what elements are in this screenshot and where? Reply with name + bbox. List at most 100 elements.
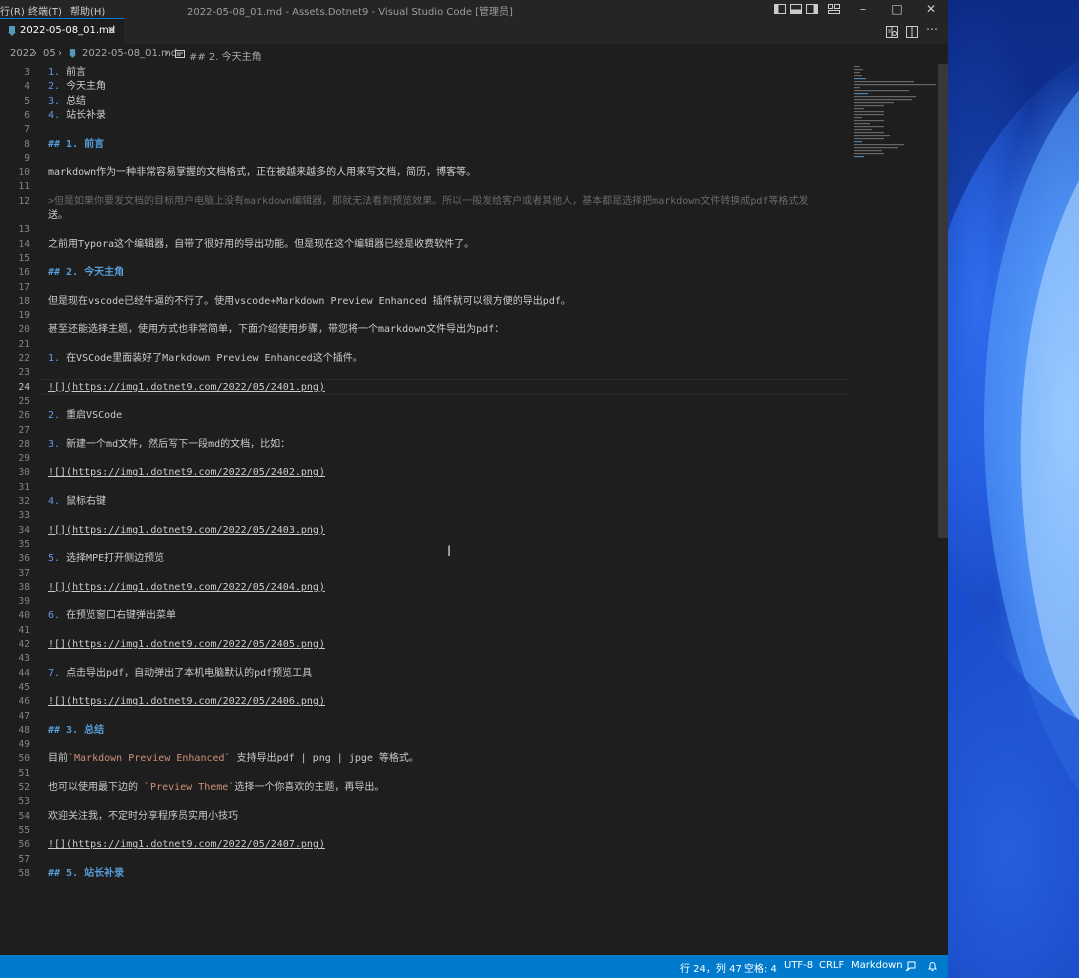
split-editor-icon[interactable]	[906, 26, 918, 38]
code-line[interactable]: 21	[0, 338, 850, 352]
customize-layout-icon[interactable]	[828, 3, 840, 15]
toggle-primary-sidebar-icon[interactable]	[774, 3, 786, 15]
code-line[interactable]: 10 markdown作为一种非常容易掌握的文档格式，正在被越来越多的人用来写文档…	[0, 166, 850, 180]
code-line[interactable]: 45	[0, 681, 850, 695]
code-line[interactable]: 3 1. 前言	[0, 66, 850, 80]
line-number: 23	[18, 367, 30, 379]
code-line[interactable]: 52 也可以使用最下边的 `Preview Theme`选择一个你喜欢的主题，再导…	[0, 781, 850, 795]
code-line[interactable]: 43	[0, 652, 850, 666]
code-line[interactable]: 44 7. 点击导出pdf，自动弹出了本机电脑默认的pdf预览工具	[0, 667, 850, 681]
code-line[interactable]: 17	[0, 281, 850, 295]
code-line[interactable]: 48 ## 3. 总结	[0, 724, 850, 738]
breadcrumb-folder-2022[interactable]: 2022	[10, 48, 35, 59]
status-cursor-position[interactable]: 行 24，列 47	[680, 960, 742, 975]
line-text: ![](https://img1.dotnet9.com/2022/05/240…	[48, 524, 325, 536]
code-line[interactable]: 25	[0, 395, 850, 409]
code-line[interactable]: 6 4. 站长补录	[0, 109, 850, 123]
code-line[interactable]: 14 之前用Typora这个编辑器，自带了很好用的导出功能。但是现在这个编辑器已经…	[0, 238, 850, 252]
status-language-mode[interactable]: Markdown	[851, 960, 903, 971]
editor-scrollbar[interactable]	[938, 64, 948, 955]
code-line[interactable]: 26 2. 重启VSCode	[0, 409, 850, 423]
line-text: 2. 重启VSCode	[48, 410, 123, 422]
code-line[interactable]: 28 3. 新建一个md文件，然后写下一段md的文档，比如：	[0, 438, 850, 452]
status-encoding[interactable]: UTF-8	[784, 960, 813, 971]
code-line[interactable]: 42 ![](https://img1.dotnet9.com/2022/05/2…	[0, 638, 850, 652]
code-line[interactable]: 39	[0, 595, 850, 609]
line-number: 57	[18, 853, 30, 865]
code-line[interactable]: 50 目前`Markdown Preview Enhanced` 支持导出pdf …	[0, 752, 850, 766]
code-line[interactable]: 34 ![](https://img1.dotnet9.com/2022/05/2…	[0, 524, 850, 538]
code-line[interactable]: 32 4. 鼠标右键	[0, 495, 850, 509]
code-line[interactable]: 54 欢迎关注我，不定时分享程序员实用小技巧	[0, 810, 850, 824]
code-line[interactable]: 40 6. 在预览窗口右键弹出菜单	[0, 609, 850, 623]
tab-close-icon[interactable]: ✕	[107, 24, 116, 37]
code-line[interactable]: 11	[0, 180, 850, 194]
breadcrumb-file[interactable]: 2022-05-08_01.md	[82, 48, 177, 59]
code-line[interactable]: 7	[0, 123, 850, 137]
line-text: markdown作为一种非常容易掌握的文档格式，正在被越来越多的人用来写文档，简…	[48, 167, 477, 179]
code-line[interactable]: 16 ## 2. 今天主角	[0, 266, 850, 280]
toggle-panel-icon[interactable]	[790, 3, 802, 15]
code-line[interactable]: 27	[0, 424, 850, 438]
line-number: 39	[18, 596, 30, 608]
line-text: 7. 点击导出pdf，自动弹出了本机电脑默认的pdf预览工具	[48, 667, 313, 679]
code-line[interactable]: 30 ![](https://img1.dotnet9.com/2022/05/2…	[0, 466, 850, 480]
breadcrumb-separator-icon: ›	[33, 48, 37, 59]
code-line[interactable]: 55	[0, 824, 850, 838]
code-line[interactable]: 4 2. 今天主角	[0, 80, 850, 94]
minimap[interactable]	[852, 64, 938, 164]
status-indentation[interactable]: 空格: 4	[744, 960, 777, 975]
code-line[interactable]: 13	[0, 223, 850, 237]
code-line[interactable]: 12 >但是如果你要发文档的目标用户电脑上没有markdown编辑器，那就无法看到…	[0, 195, 850, 209]
line-number: 47	[18, 710, 30, 722]
code-line[interactable]: 58 ## 5. 站长补录	[0, 867, 850, 881]
code-line[interactable]: 24 ![](https://img1.dotnet9.com/2022/05/2…	[0, 381, 850, 395]
open-preview-to-side-icon[interactable]	[886, 26, 898, 38]
editor-area[interactable]: 3 1. 前言 4 2. 今天主角 5 3. 总结 6 4. 站长补录 7 8 ## 1. 前言 9 1…	[0, 64, 948, 955]
code-line[interactable]: 5 3. 总结	[0, 95, 850, 109]
line-number: 26	[18, 410, 30, 422]
more-actions-icon[interactable]: ⋯	[926, 22, 938, 36]
code-line[interactable]: 46 ![](https://img1.dotnet9.com/2022/05/2…	[0, 695, 850, 709]
line-text: ![](https://img1.dotnet9.com/2022/05/240…	[48, 581, 325, 593]
close-window-button[interactable]: ✕	[914, 0, 948, 18]
code-line[interactable]: 15	[0, 252, 850, 266]
code-line[interactable]: 57	[0, 853, 850, 867]
code-line[interactable]: 49	[0, 738, 850, 752]
line-number: 25	[18, 395, 30, 407]
code-line[interactable]: 9	[0, 152, 850, 166]
breadcrumb-symbol[interactable]: ## 2. 今天主角	[189, 48, 262, 63]
code-line[interactable]: 38 ![](https://img1.dotnet9.com/2022/05/2…	[0, 581, 850, 595]
toggle-secondary-sidebar-icon[interactable]	[806, 3, 818, 15]
line-number: 5	[24, 95, 30, 107]
code-line[interactable]: 8 ## 1. 前言	[0, 138, 850, 152]
code-line[interactable]: 18 但是现在vscode已经牛逼的不行了。使用vscode+Markdown P…	[0, 295, 850, 309]
code-line[interactable]: 20 甚至还能选择主题，使用方式也非常简单，下面介绍使用步骤，带您将一个markd…	[0, 323, 850, 337]
breadcrumb-folder-05[interactable]: 05	[43, 48, 56, 59]
code-line[interactable]: 47	[0, 710, 850, 724]
code-line[interactable]: 56 ![](https://img1.dotnet9.com/2022/05/2…	[0, 838, 850, 852]
code-line[interactable]: 29	[0, 452, 850, 466]
status-eol[interactable]: CRLF	[819, 960, 844, 971]
code-line[interactable]: 送。	[0, 209, 850, 223]
code-line[interactable]: 41	[0, 624, 850, 638]
notifications-bell-icon[interactable]	[927, 961, 938, 972]
code-line[interactable]: 51	[0, 767, 850, 781]
code-line[interactable]: 37	[0, 567, 850, 581]
maximize-button[interactable]: □	[880, 0, 914, 18]
code-line[interactable]: 22 1. 在VSCode里面装好了Markdown Preview Enhanc…	[0, 352, 850, 366]
line-number: 28	[18, 438, 30, 450]
code-line[interactable]: 33	[0, 509, 850, 523]
code-line[interactable]: 31	[0, 481, 850, 495]
code-line[interactable]: 53	[0, 795, 850, 809]
code-line[interactable]: 36 5. 选择MPE打开侧边预览	[0, 552, 850, 566]
code-line[interactable]: 35	[0, 538, 850, 552]
minimize-button[interactable]: –	[846, 0, 880, 18]
code-line[interactable]: 19	[0, 309, 850, 323]
tab-2022-05-08-01-md[interactable]: 2022-05-08_01.md ✕	[0, 18, 124, 44]
line-text: 2. 今天主角	[48, 81, 107, 93]
scrollbar-thumb[interactable]	[938, 64, 948, 538]
line-number: 20	[18, 324, 30, 336]
code-line[interactable]: 23	[0, 366, 850, 380]
feedback-icon[interactable]	[905, 961, 916, 972]
